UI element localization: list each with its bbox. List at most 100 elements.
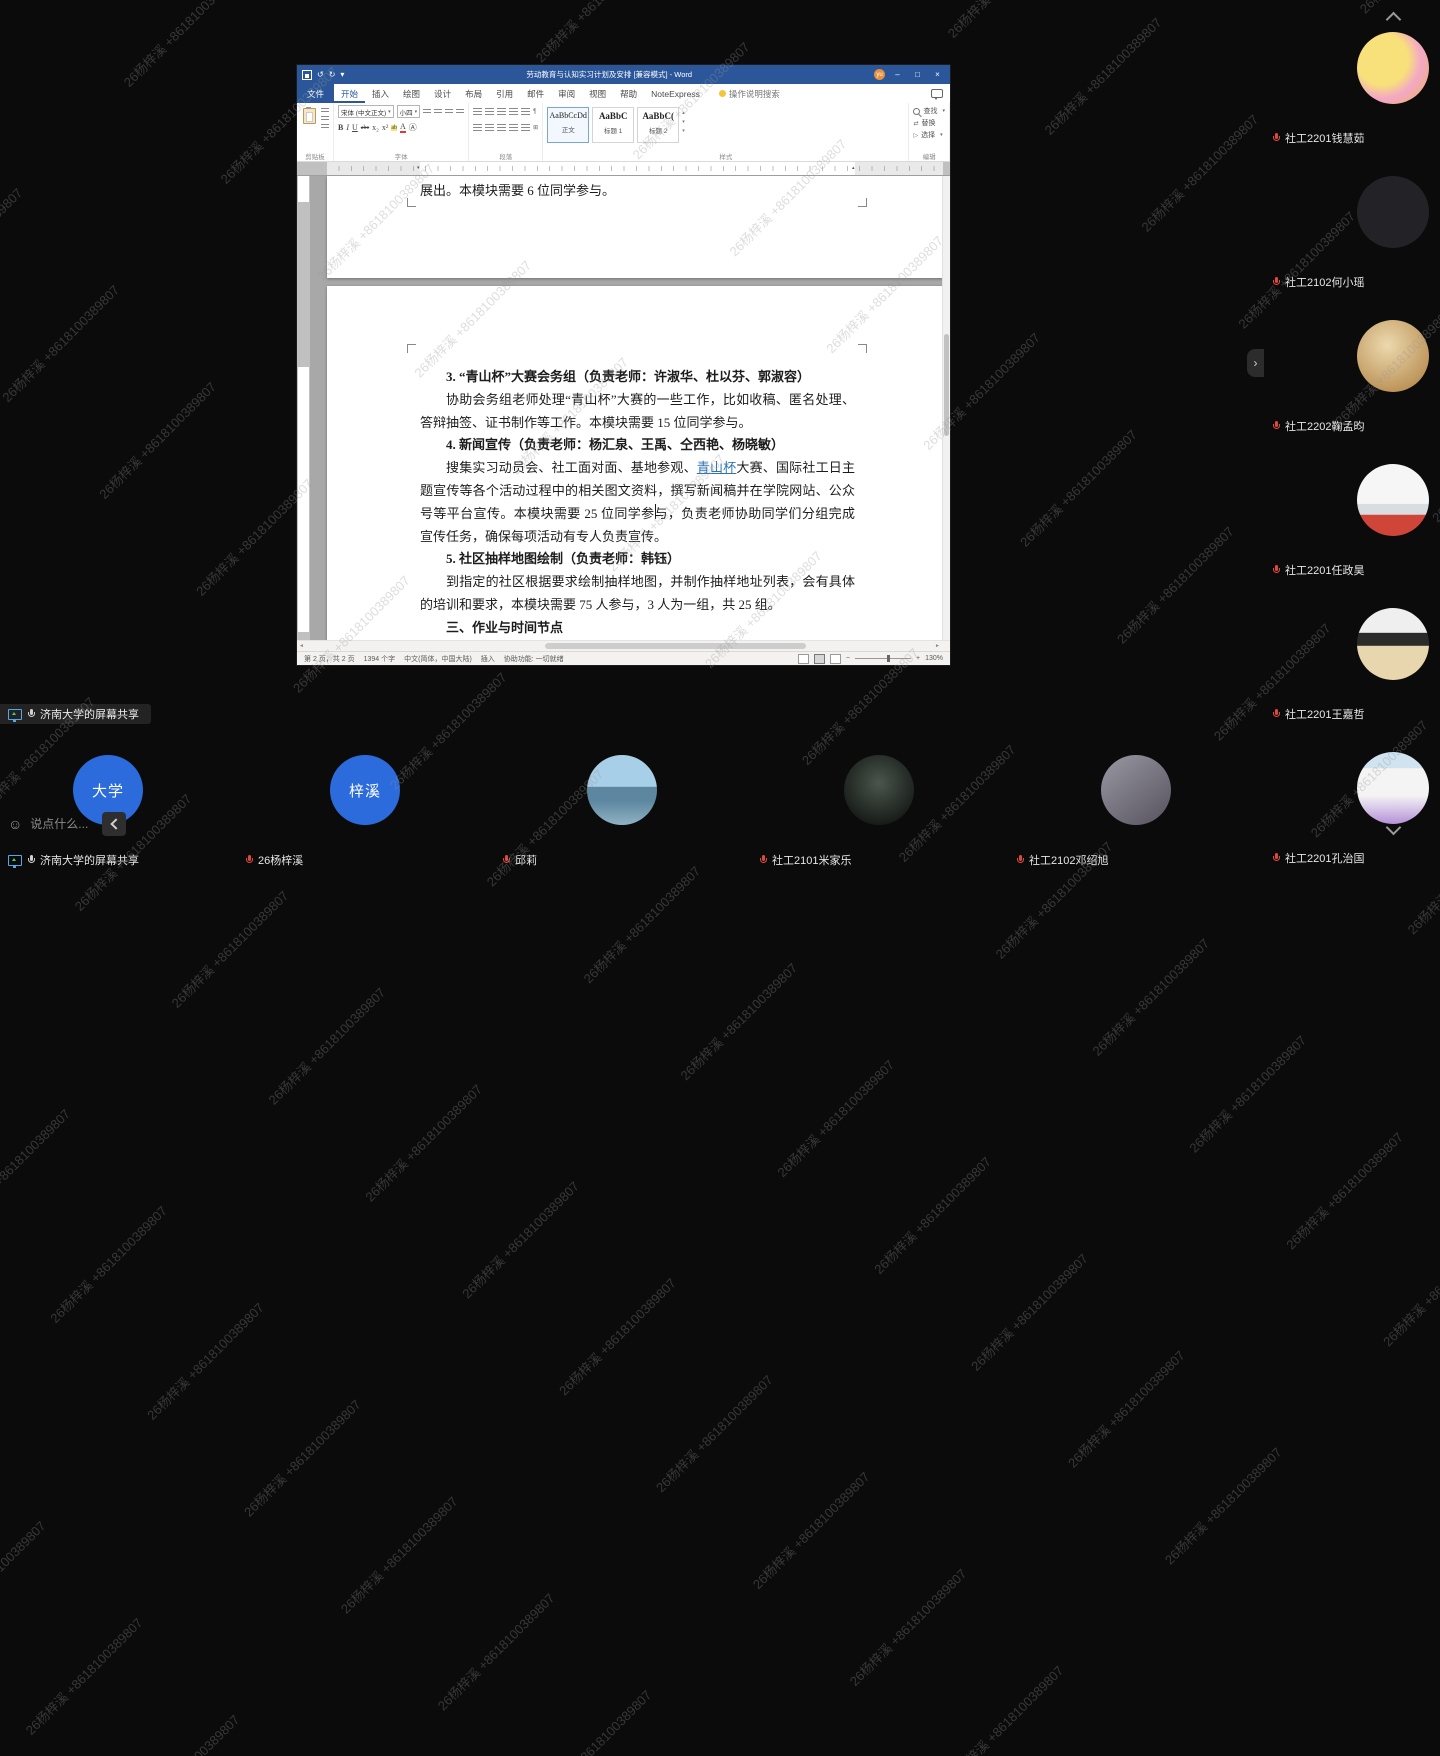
tab-noteexpress[interactable]: NoteExpress — [644, 84, 707, 103]
styles-scroll-up-icon[interactable]: ▴ — [682, 110, 685, 116]
vertical-scrollbar[interactable] — [942, 176, 950, 640]
sidebar-collapse-button[interactable]: › — [1247, 349, 1264, 377]
indent-marker-left[interactable]: ▾ — [417, 162, 420, 175]
font-name-box[interactable]: 宋体 (中文正文) ▾ — [338, 105, 394, 118]
bold-icon[interactable]: B — [338, 124, 343, 132]
horizontal-ruler[interactable]: ▾ ▴ — [297, 162, 950, 176]
participant-tile[interactable]: 社工2201孔治国 — [1268, 746, 1440, 890]
participant-tile[interactable]: 大学 济南大学的屏幕共享 — [0, 740, 237, 872]
underline-icon[interactable]: U — [352, 124, 358, 132]
find-button[interactable]: 查找 ▾ — [913, 105, 945, 117]
participant-tile[interactable]: 邱莉 — [494, 740, 751, 872]
style-normal[interactable]: AaBbCcDd 正文 — [547, 107, 589, 143]
tab-file[interactable]: 文件 — [297, 84, 334, 103]
tab-help[interactable]: 帮助 — [613, 84, 644, 103]
line-spacing-icon[interactable] — [521, 124, 530, 132]
styles-scroll-down-icon[interactable]: ▾ — [682, 119, 685, 125]
insert-mode[interactable]: 插入 — [481, 654, 495, 664]
decrease-indent-icon[interactable] — [509, 108, 518, 116]
comments-icon[interactable] — [931, 89, 943, 98]
tab-home[interactable]: 开始 — [334, 84, 365, 103]
increase-indent-icon[interactable] — [521, 108, 530, 116]
format-painter-icon[interactable] — [321, 124, 329, 130]
web-layout-icon[interactable] — [830, 654, 841, 664]
select-button[interactable]: ▷ 选择 ▾ — [913, 129, 945, 141]
page-indicator[interactable]: 第 2 页，共 2 页 — [304, 654, 355, 664]
style-heading2[interactable]: AaBbC( 标题 2 — [637, 107, 679, 143]
chat-collapse-button[interactable] — [102, 812, 126, 836]
scroll-up-icon[interactable] — [1386, 12, 1402, 28]
indent-marker-right[interactable]: ▴ — [852, 162, 855, 175]
language-indicator[interactable]: 中文(简体，中国大陆) — [404, 654, 472, 664]
zoom-slider-thumb[interactable] — [887, 655, 890, 662]
print-layout-icon[interactable] — [814, 654, 825, 664]
participant-tile[interactable]: 社工2201任政昊 — [1268, 458, 1440, 602]
qingshanbei-hyperlink[interactable]: 青山杯 — [697, 460, 737, 475]
participant-tile[interactable]: 社工2101米家乐 — [751, 740, 1008, 872]
zoom-in-icon[interactable]: + — [916, 655, 920, 662]
chat-input[interactable] — [28, 816, 96, 832]
char-border-icon[interactable]: Ⓐ — [409, 124, 417, 132]
tab-insert[interactable]: 插入 — [365, 84, 396, 103]
hscroll-right-icon[interactable]: ► — [935, 641, 940, 651]
grow-font-icon[interactable] — [423, 109, 431, 115]
horizontal-scrollbar[interactable]: ◄ ► — [297, 640, 950, 651]
numbering-icon[interactable] — [485, 108, 494, 116]
maximize-button[interactable]: □ — [910, 65, 925, 84]
save-icon[interactable] — [302, 70, 312, 80]
word-count[interactable]: 1394 个字 — [364, 654, 396, 664]
redo-icon[interactable]: ↻ — [329, 71, 336, 79]
minimize-button[interactable]: – — [890, 65, 905, 84]
tab-references[interactable]: 引用 — [489, 84, 520, 103]
align-right-icon[interactable] — [497, 124, 506, 132]
tab-review[interactable]: 审阅 — [551, 84, 582, 103]
zoom-slider[interactable] — [855, 658, 911, 659]
bullets-icon[interactable] — [473, 108, 482, 116]
font-color-icon[interactable]: A — [400, 123, 406, 133]
tab-view[interactable]: 视图 — [582, 84, 613, 103]
participant-tile[interactable]: 社工2102何小瑶 — [1268, 170, 1440, 314]
qat-more-icon[interactable]: ▾ — [340, 71, 344, 79]
clear-format-icon[interactable] — [456, 109, 464, 115]
document-page-1[interactable]: 展出。本模块需要 6 位同学参与。 — [327, 176, 943, 278]
highlight-icon[interactable]: ab — [391, 125, 397, 131]
tab-layout[interactable]: 布局 — [458, 84, 489, 103]
copy-icon[interactable] — [321, 116, 329, 122]
borders-icon[interactable]: ⊞ — [533, 124, 538, 131]
zoom-level[interactable]: 130% — [925, 655, 943, 662]
read-mode-icon[interactable] — [798, 654, 809, 664]
screen-share-indicator[interactable]: 济南大学的屏幕共享 — [0, 704, 151, 724]
emoji-icon[interactable]: ☺ — [8, 817, 22, 831]
change-case-icon[interactable] — [445, 109, 453, 115]
document-page-2[interactable]: 3. “青山杯”大赛会务组（负责老师：许淑华、杜以芬、郭淑容） 协助会务组老师处… — [327, 286, 943, 640]
participant-tile[interactable]: 社工2201王嘉哲 — [1268, 602, 1440, 746]
participant-tile[interactable]: 社工2202鞠孟昀 — [1268, 314, 1440, 458]
zoom-out-icon[interactable]: − — [846, 655, 850, 662]
superscript-icon[interactable]: x² — [382, 124, 388, 132]
justify-icon[interactable] — [509, 124, 518, 132]
close-button[interactable]: × — [930, 65, 945, 84]
participant-tile[interactable]: 梓溪 26杨梓溪 — [237, 740, 494, 872]
tell-me-search[interactable]: 操作说明搜索 — [719, 84, 780, 103]
style-heading1[interactable]: AaBbC 标题 1 — [592, 107, 634, 143]
horizontal-scrollbar-thumb[interactable] — [545, 643, 806, 649]
paste-icon[interactable] — [303, 108, 316, 124]
italic-icon[interactable]: I — [346, 124, 349, 132]
participant-tile[interactable]: 社工2201钱慧茹 — [1268, 26, 1440, 170]
font-size-box[interactable]: 小四 ▾ — [397, 105, 421, 118]
align-center-icon[interactable] — [485, 124, 494, 132]
replace-button[interactable]: ⇄ 替换 — [913, 117, 945, 129]
multilevel-list-icon[interactable] — [497, 108, 506, 116]
participant-tile[interactable]: 社工2102邓绍旭 — [1008, 740, 1265, 872]
cut-icon[interactable] — [321, 108, 329, 114]
subscript-icon[interactable]: x₂ — [372, 124, 379, 132]
align-left-icon[interactable] — [473, 124, 482, 132]
vertical-scrollbar-thumb[interactable] — [944, 334, 949, 436]
shrink-font-icon[interactable] — [434, 109, 442, 115]
vertical-ruler[interactable] — [297, 176, 310, 640]
styles-more-icon[interactable]: ▾ — [682, 128, 685, 134]
account-avatar[interactable]: yu — [874, 69, 885, 80]
tab-mailings[interactable]: 邮件 — [520, 84, 551, 103]
undo-icon[interactable]: ↺ — [317, 71, 324, 79]
tab-draw[interactable]: 绘图 — [396, 84, 427, 103]
